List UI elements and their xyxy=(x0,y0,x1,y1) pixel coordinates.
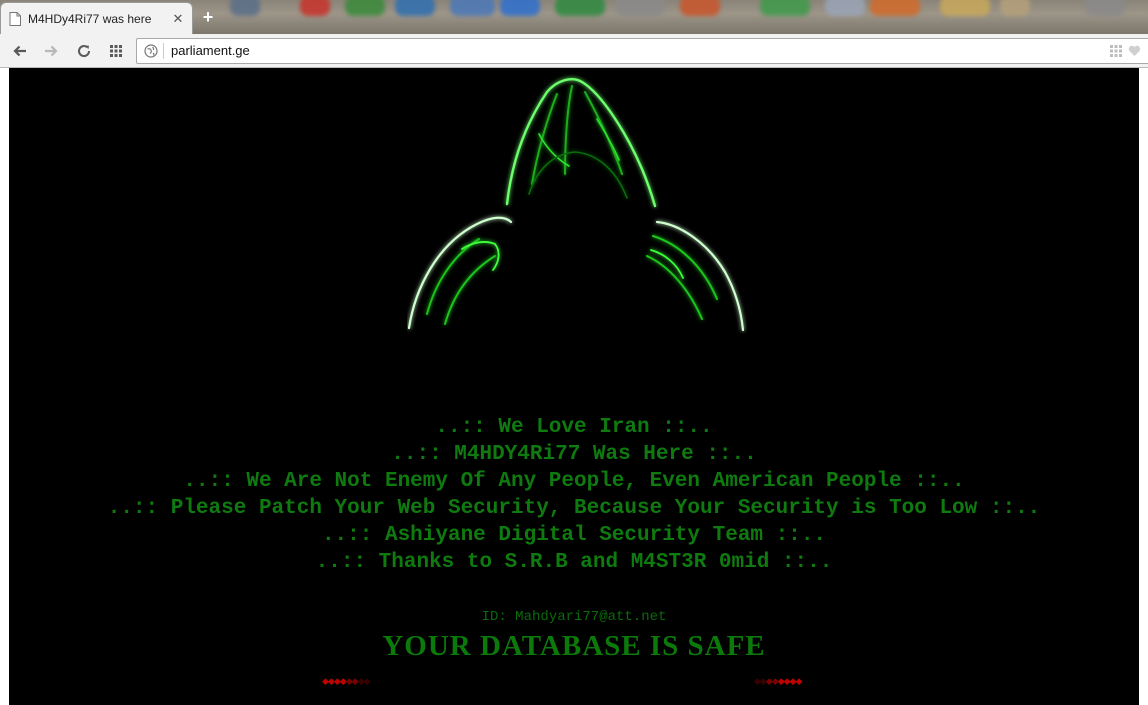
desktop-blur-shape xyxy=(450,0,495,16)
desktop-blur-shape xyxy=(940,0,990,16)
desktop-blur-shape xyxy=(300,0,330,16)
apps-button[interactable] xyxy=(106,41,126,61)
tab-strip: M4HDy4Ri77 was here ✕ + xyxy=(0,0,1148,34)
new-tab-button[interactable]: + xyxy=(198,8,218,26)
message-line: ..:: Please Patch Your Web Security, Bec… xyxy=(107,497,1041,520)
tab-close-icon[interactable]: ✕ xyxy=(170,11,186,27)
page-viewport: ..:: We Love Iran ::.. ..:: M4HDY4Ri77 W… xyxy=(0,68,1148,705)
decorative-dots-left: ◆◆◆◆◆◆◆◆ xyxy=(322,676,370,686)
desktop-blur-shape xyxy=(500,0,540,16)
browser-tab[interactable]: M4HDy4Ri77 was here ✕ xyxy=(0,2,193,34)
message-line: ..:: We Love Iran ::.. xyxy=(435,416,713,439)
defacement-page: ..:: We Love Iran ::.. ..:: M4HDY4Ri77 W… xyxy=(9,68,1139,705)
desktop-blur-shape xyxy=(825,0,865,16)
desktop-blur-shape xyxy=(680,0,720,16)
tab-title: M4HDy4Ri77 was here xyxy=(28,11,152,26)
reload-button[interactable] xyxy=(74,41,94,61)
decorative-dots-right: ◆◆◆◆◆◆◆◆ xyxy=(754,676,802,686)
desktop-blur-shape xyxy=(230,0,260,16)
browser-toolbar: parliament.ge xyxy=(0,34,1148,68)
back-button[interactable] xyxy=(10,41,30,61)
desktop-blur-shape xyxy=(395,0,435,16)
heart-icon[interactable] xyxy=(1128,45,1141,57)
desktop-blur-shape xyxy=(1085,0,1125,16)
page-icon xyxy=(9,11,21,26)
message-line: ..:: Ashiyane Digital Security Team ::.. xyxy=(321,524,827,547)
message-line: ..:: M4HDY4Ri77 Was Here ::.. xyxy=(391,443,757,466)
globe-icon[interactable] xyxy=(144,44,158,58)
desktop-blur-shape xyxy=(870,0,920,16)
address-separator xyxy=(163,43,164,59)
desktop-blur-shape xyxy=(760,0,810,16)
desktop-blur-shape xyxy=(345,0,385,16)
address-bar[interactable]: parliament.ge xyxy=(136,38,1148,64)
message-line: ..:: We Are Not Enemy Of Any People, Eve… xyxy=(183,470,965,493)
hacker-message-block: ..:: We Love Iran ::.. ..:: M4HDY4Ri77 W… xyxy=(9,414,1139,576)
message-line: ..:: Thanks to S.R.B and M4ST3R 0mid ::.… xyxy=(315,551,833,574)
desktop-blur-shape xyxy=(615,0,665,16)
desktop-blur-shape xyxy=(555,0,605,16)
address-bar-icons xyxy=(1110,45,1141,57)
url-text[interactable]: parliament.ge xyxy=(171,43,250,58)
reload-icon xyxy=(78,45,91,57)
desktop-blur-shape xyxy=(1000,0,1030,16)
apps-grid-icon xyxy=(110,45,122,57)
forward-button[interactable] xyxy=(41,41,61,61)
extension-grid-icon[interactable] xyxy=(1110,45,1122,57)
database-safe-notice: YOUR DATABASE IS SAFE xyxy=(382,630,766,662)
hooded-figure-image xyxy=(407,78,745,332)
arrow-left-icon xyxy=(13,45,26,57)
arrow-right-icon xyxy=(45,45,58,57)
contact-id-text: ID: Mahdyari77@att.net xyxy=(481,609,667,625)
